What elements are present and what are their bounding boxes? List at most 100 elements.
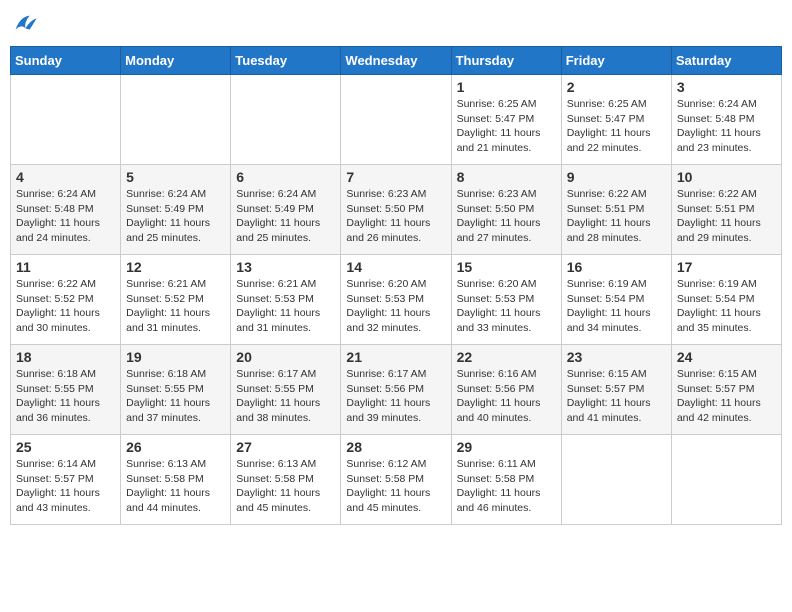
day-info: Sunrise: 6:24 AMSunset: 5:48 PMDaylight:… xyxy=(677,97,776,156)
day-info: Sunrise: 6:25 AMSunset: 5:47 PMDaylight:… xyxy=(457,97,556,156)
day-number: 13 xyxy=(236,259,335,275)
day-number: 28 xyxy=(346,439,445,455)
day-cell: 11 Sunrise: 6:22 AMSunset: 5:52 PMDayligh… xyxy=(11,255,121,345)
day-number: 17 xyxy=(677,259,776,275)
day-number: 10 xyxy=(677,169,776,185)
header xyxy=(10,10,782,38)
calendar-table: SundayMondayTuesdayWednesdayThursdayFrid… xyxy=(10,46,782,525)
day-number: 4 xyxy=(16,169,115,185)
day-cell: 1 Sunrise: 6:25 AMSunset: 5:47 PMDaylight… xyxy=(451,75,561,165)
day-cell: 29 Sunrise: 6:11 AMSunset: 5:58 PMDayligh… xyxy=(451,435,561,525)
day-info: Sunrise: 6:15 AMSunset: 5:57 PMDaylight:… xyxy=(677,367,776,426)
day-number: 26 xyxy=(126,439,225,455)
day-cell: 14Sunrise: 6:20 AMSunset: 5:53 PMDayligh… xyxy=(341,255,451,345)
day-cell: 12 Sunrise: 6:21 AMSunset: 5:52 PMDayligh… xyxy=(121,255,231,345)
day-info: Sunrise: 6:23 AMSunset: 5:50 PMDaylight:… xyxy=(457,187,556,246)
day-number: 25 xyxy=(16,439,115,455)
day-number: 21 xyxy=(346,349,445,365)
day-cell: 23 Sunrise: 6:15 AMSunset: 5:57 PMDayligh… xyxy=(561,345,671,435)
day-cell: 10 Sunrise: 6:22 AMSunset: 5:51 PMDayligh… xyxy=(671,165,781,255)
day-info: Sunrise: 6:24 AMSunset: 5:49 PMDaylight:… xyxy=(126,187,225,246)
day-number: 6 xyxy=(236,169,335,185)
day-cell: 24 Sunrise: 6:15 AMSunset: 5:57 PMDayligh… xyxy=(671,345,781,435)
day-cell: 26 Sunrise: 6:13 AMSunset: 5:58 PMDayligh… xyxy=(121,435,231,525)
day-number: 2 xyxy=(567,79,666,95)
day-info: Sunrise: 6:13 AMSunset: 5:58 PMDaylight:… xyxy=(236,457,335,516)
day-cell: 7 Sunrise: 6:23 AMSunset: 5:50 PMDaylight… xyxy=(341,165,451,255)
week-row-3: 11 Sunrise: 6:22 AMSunset: 5:52 PMDayligh… xyxy=(11,255,782,345)
week-row-5: 25 Sunrise: 6:14 AMSunset: 5:57 PMDayligh… xyxy=(11,435,782,525)
logo-bird-icon xyxy=(10,10,38,38)
day-info: Sunrise: 6:22 AMSunset: 5:51 PMDaylight:… xyxy=(567,187,666,246)
day-cell xyxy=(671,435,781,525)
day-cell: 21 Sunrise: 6:17 AMSunset: 5:56 PMDayligh… xyxy=(341,345,451,435)
day-info: Sunrise: 6:16 AMSunset: 5:56 PMDaylight:… xyxy=(457,367,556,426)
header-sunday: Sunday xyxy=(11,47,121,75)
day-number: 24 xyxy=(677,349,776,365)
day-number: 14 xyxy=(346,259,445,275)
day-cell: 3 Sunrise: 6:24 AMSunset: 5:48 PMDaylight… xyxy=(671,75,781,165)
day-number: 12 xyxy=(126,259,225,275)
calendar-body: 1 Sunrise: 6:25 AMSunset: 5:47 PMDaylight… xyxy=(11,75,782,525)
day-info: Sunrise: 6:24 AMSunset: 5:48 PMDaylight:… xyxy=(16,187,115,246)
day-number: 9 xyxy=(567,169,666,185)
day-cell: 17 Sunrise: 6:19 AMSunset: 5:54 PMDayligh… xyxy=(671,255,781,345)
day-number: 19 xyxy=(126,349,225,365)
day-number: 3 xyxy=(677,79,776,95)
day-info: Sunrise: 6:19 AMSunset: 5:54 PMDaylight:… xyxy=(677,277,776,336)
day-info: Sunrise: 6:13 AMSunset: 5:58 PMDaylight:… xyxy=(126,457,225,516)
day-number: 18 xyxy=(16,349,115,365)
day-info: Sunrise: 6:22 AMSunset: 5:51 PMDaylight:… xyxy=(677,187,776,246)
day-number: 5 xyxy=(126,169,225,185)
day-cell: 15 Sunrise: 6:20 AMSunset: 5:53 PMDayligh… xyxy=(451,255,561,345)
day-number: 29 xyxy=(457,439,556,455)
day-info: Sunrise: 6:11 AMSunset: 5:58 PMDaylight:… xyxy=(457,457,556,516)
day-info: Sunrise: 6:25 AMSunset: 5:47 PMDaylight:… xyxy=(567,97,666,156)
header-monday: Monday xyxy=(121,47,231,75)
day-cell: 13Sunrise: 6:21 AMSunset: 5:53 PMDayligh… xyxy=(231,255,341,345)
week-row-1: 1 Sunrise: 6:25 AMSunset: 5:47 PMDaylight… xyxy=(11,75,782,165)
day-number: 27 xyxy=(236,439,335,455)
day-info: Sunrise: 6:19 AMSunset: 5:54 PMDaylight:… xyxy=(567,277,666,336)
day-number: 22 xyxy=(457,349,556,365)
day-cell: 16Sunrise: 6:19 AMSunset: 5:54 PMDayligh… xyxy=(561,255,671,345)
day-cell xyxy=(561,435,671,525)
day-cell: 2 Sunrise: 6:25 AMSunset: 5:47 PMDaylight… xyxy=(561,75,671,165)
day-number: 1 xyxy=(457,79,556,95)
day-info: Sunrise: 6:15 AMSunset: 5:57 PMDaylight:… xyxy=(567,367,666,426)
day-number: 11 xyxy=(16,259,115,275)
week-row-4: 18 Sunrise: 6:18 AMSunset: 5:55 PMDayligh… xyxy=(11,345,782,435)
day-info: Sunrise: 6:17 AMSunset: 5:56 PMDaylight:… xyxy=(346,367,445,426)
day-cell xyxy=(121,75,231,165)
header-wednesday: Wednesday xyxy=(341,47,451,75)
day-cell: 5 Sunrise: 6:24 AMSunset: 5:49 PMDaylight… xyxy=(121,165,231,255)
day-cell: 28Sunrise: 6:12 AMSunset: 5:58 PMDayligh… xyxy=(341,435,451,525)
day-info: Sunrise: 6:23 AMSunset: 5:50 PMDaylight:… xyxy=(346,187,445,246)
day-info: Sunrise: 6:17 AMSunset: 5:55 PMDaylight:… xyxy=(236,367,335,426)
day-cell xyxy=(341,75,451,165)
day-info: Sunrise: 6:21 AMSunset: 5:52 PMDaylight:… xyxy=(126,277,225,336)
day-number: 8 xyxy=(457,169,556,185)
logo xyxy=(10,10,42,38)
day-number: 7 xyxy=(346,169,445,185)
day-cell: 27 Sunrise: 6:13 AMSunset: 5:58 PMDayligh… xyxy=(231,435,341,525)
day-info: Sunrise: 6:24 AMSunset: 5:49 PMDaylight:… xyxy=(236,187,335,246)
day-cell: 22 Sunrise: 6:16 AMSunset: 5:56 PMDayligh… xyxy=(451,345,561,435)
header-saturday: Saturday xyxy=(671,47,781,75)
header-tuesday: Tuesday xyxy=(231,47,341,75)
day-number: 15 xyxy=(457,259,556,275)
day-info: Sunrise: 6:22 AMSunset: 5:52 PMDaylight:… xyxy=(16,277,115,336)
day-info: Sunrise: 6:18 AMSunset: 5:55 PMDaylight:… xyxy=(16,367,115,426)
day-number: 23 xyxy=(567,349,666,365)
day-cell: 8 Sunrise: 6:23 AMSunset: 5:50 PMDaylight… xyxy=(451,165,561,255)
header-row: SundayMondayTuesdayWednesdayThursdayFrid… xyxy=(11,47,782,75)
day-cell: 6 Sunrise: 6:24 AMSunset: 5:49 PMDaylight… xyxy=(231,165,341,255)
header-friday: Friday xyxy=(561,47,671,75)
week-row-2: 4 Sunrise: 6:24 AMSunset: 5:48 PMDaylight… xyxy=(11,165,782,255)
day-cell: 20Sunrise: 6:17 AMSunset: 5:55 PMDayligh… xyxy=(231,345,341,435)
header-thursday: Thursday xyxy=(451,47,561,75)
day-cell: 9 Sunrise: 6:22 AMSunset: 5:51 PMDaylight… xyxy=(561,165,671,255)
day-cell: 4 Sunrise: 6:24 AMSunset: 5:48 PMDaylight… xyxy=(11,165,121,255)
day-info: Sunrise: 6:20 AMSunset: 5:53 PMDaylight:… xyxy=(457,277,556,336)
day-info: Sunrise: 6:14 AMSunset: 5:57 PMDaylight:… xyxy=(16,457,115,516)
